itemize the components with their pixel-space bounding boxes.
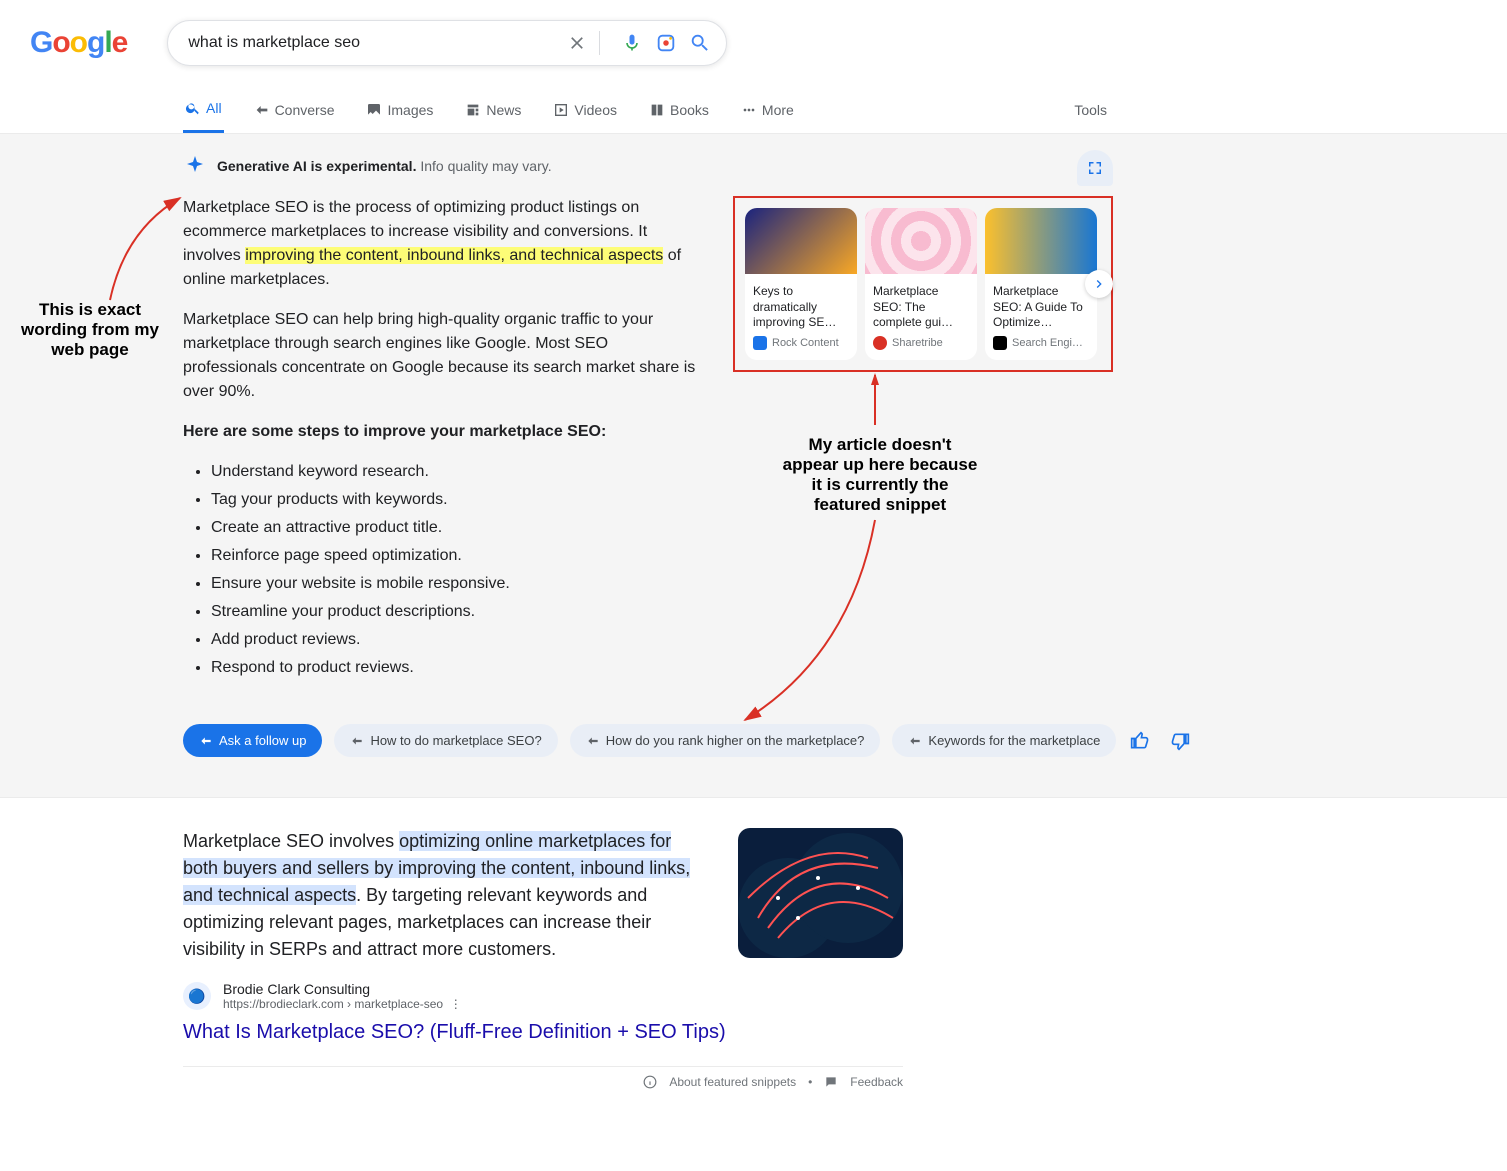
followup-chip[interactable]: Keywords for the marketplace xyxy=(892,724,1116,757)
favicon: 🔵 xyxy=(183,982,211,1010)
search-input[interactable] xyxy=(188,34,555,52)
tab-news[interactable]: News xyxy=(463,86,523,133)
tab-label: Images xyxy=(387,102,433,118)
tools-link[interactable]: Tools xyxy=(1074,102,1107,118)
followup-chip[interactable]: How to do marketplace SEO? xyxy=(334,724,557,757)
card-thumbnail xyxy=(985,208,1097,274)
tab-images[interactable]: Images xyxy=(364,86,435,133)
google-logo[interactable]: Google xyxy=(30,26,127,60)
thumbs-down-icon[interactable] xyxy=(1168,729,1192,753)
dot-separator: • xyxy=(808,1075,812,1089)
list-item: Add product reviews. xyxy=(211,628,703,652)
card-title: Keys to dramatically improving SE… xyxy=(745,274,857,330)
ai-para2: Marketplace SEO can help bring high-qual… xyxy=(183,308,703,404)
lens-icon[interactable] xyxy=(654,31,678,55)
source-icon xyxy=(873,336,887,350)
source-name: Rock Content xyxy=(772,337,839,349)
tab-more[interactable]: More xyxy=(739,86,796,133)
source-name: Sharetribe xyxy=(892,337,943,349)
tab-videos[interactable]: Videos xyxy=(551,86,619,133)
annotation-right: My article doesn't appear up here becaus… xyxy=(780,435,980,515)
feedback-icon xyxy=(824,1075,838,1089)
ai-para1-highlight: improving the content, inbound links, an… xyxy=(245,247,663,264)
thumbs-up-icon[interactable] xyxy=(1128,729,1152,753)
list-item: Streamline your product descriptions. xyxy=(211,600,703,624)
tab-label: Books xyxy=(670,102,709,118)
annotation-arrow-up xyxy=(860,370,890,430)
disclaimer-bold: Generative AI is experimental. xyxy=(217,158,416,174)
annotation-red-box: Keys to dramatically improving SE… Rock … xyxy=(733,196,1113,372)
card-thumbnail xyxy=(865,208,977,274)
list-item: Respond to product reviews. xyxy=(211,656,703,680)
ai-steps-heading: Here are some steps to improve your mark… xyxy=(183,423,606,440)
tab-label: More xyxy=(762,102,794,118)
annotation-arrow-curve xyxy=(730,515,890,735)
card-thumbnail xyxy=(745,208,857,274)
list-item: Understand keyword research. xyxy=(211,460,703,484)
gen-ai-disclaimer: Generative AI is experimental. Info qual… xyxy=(183,154,1113,178)
feedback-link[interactable]: Feedback xyxy=(850,1075,903,1089)
source-card[interactable]: Marketplace SEO: A Guide To Optimize… Se… xyxy=(985,208,1097,360)
divider xyxy=(599,31,600,55)
source-name: Search Engi… xyxy=(1012,337,1083,349)
card-source: Search Engi… xyxy=(985,330,1097,360)
list-item: Create an attractive product title. xyxy=(211,516,703,540)
source-url: https://brodieclark.com › marketplace-se… xyxy=(223,997,443,1011)
annotation-left: This is exact wording from my web page xyxy=(20,300,160,360)
list-item: Tag your products with keywords. xyxy=(211,488,703,512)
ai-answer-text: Marketplace SEO is the process of optimi… xyxy=(183,196,703,700)
card-source: Rock Content xyxy=(745,330,857,360)
sparkle-icon xyxy=(183,154,207,178)
snippet-footer: About featured snippets • Feedback xyxy=(183,1066,903,1089)
tab-label: Converse xyxy=(275,102,335,118)
snippet-image[interactable] xyxy=(738,828,903,958)
expand-button[interactable] xyxy=(1077,150,1113,186)
annotation-arrow-left xyxy=(95,190,195,310)
chip-label: How to do marketplace SEO? xyxy=(370,733,541,748)
source-name: Brodie Clark Consulting xyxy=(223,981,462,997)
featured-snippet: Marketplace SEO involves optimizing onli… xyxy=(0,797,1507,1119)
card-title: Marketplace SEO: A Guide To Optimize… xyxy=(985,274,1097,330)
search-box[interactable] xyxy=(167,20,727,66)
tabs-row: All Converse Images News Videos Books Mo… xyxy=(0,86,1507,134)
card-source: Sharetribe xyxy=(865,330,977,360)
result-title-link[interactable]: What Is Marketplace SEO? (Fluff-Free Def… xyxy=(183,1021,903,1044)
header: Google xyxy=(0,0,1507,86)
tab-all[interactable]: All xyxy=(183,86,224,133)
snippet-pre: Marketplace SEO involves xyxy=(183,831,399,851)
tab-books[interactable]: Books xyxy=(647,86,711,133)
clear-icon[interactable] xyxy=(565,31,589,55)
snippet-source-row[interactable]: 🔵 Brodie Clark Consulting https://brodie… xyxy=(183,981,903,1011)
ask-followup-chip[interactable]: Ask a follow up xyxy=(183,724,322,757)
source-card[interactable]: Marketplace SEO: The complete gui… Share… xyxy=(865,208,977,360)
card-title: Marketplace SEO: The complete gui… xyxy=(865,274,977,330)
info-icon xyxy=(643,1075,657,1089)
cards-next-button[interactable] xyxy=(1085,270,1113,298)
chip-label: Keywords for the marketplace xyxy=(928,733,1100,748)
search-icon[interactable] xyxy=(688,31,712,55)
chip-label: How do you rank higher on the marketplac… xyxy=(606,733,865,748)
chip-label: Ask a follow up xyxy=(219,733,306,748)
followup-chips-row: Ask a follow up How to do marketplace SE… xyxy=(183,724,1113,757)
ai-steps-list: Understand keyword research. Tag your pr… xyxy=(211,460,703,680)
tab-label: All xyxy=(206,100,222,116)
snippet-text: Marketplace SEO involves optimizing onli… xyxy=(183,828,710,963)
about-snippets-link[interactable]: About featured snippets xyxy=(669,1075,796,1089)
source-card[interactable]: Keys to dramatically improving SE… Rock … xyxy=(745,208,857,360)
tab-converse[interactable]: Converse xyxy=(252,86,337,133)
disclaimer-rest: Info quality may vary. xyxy=(420,158,551,174)
tab-label: News xyxy=(486,102,521,118)
source-icon xyxy=(993,336,1007,350)
source-icon xyxy=(753,336,767,350)
list-item: Reinforce page speed optimization. xyxy=(211,544,703,568)
microphone-icon[interactable] xyxy=(620,31,644,55)
list-item: Ensure your website is mobile responsive… xyxy=(211,572,703,596)
source-url-row: https://brodieclark.com › marketplace-se… xyxy=(223,997,462,1011)
tab-label: Videos xyxy=(574,102,617,118)
